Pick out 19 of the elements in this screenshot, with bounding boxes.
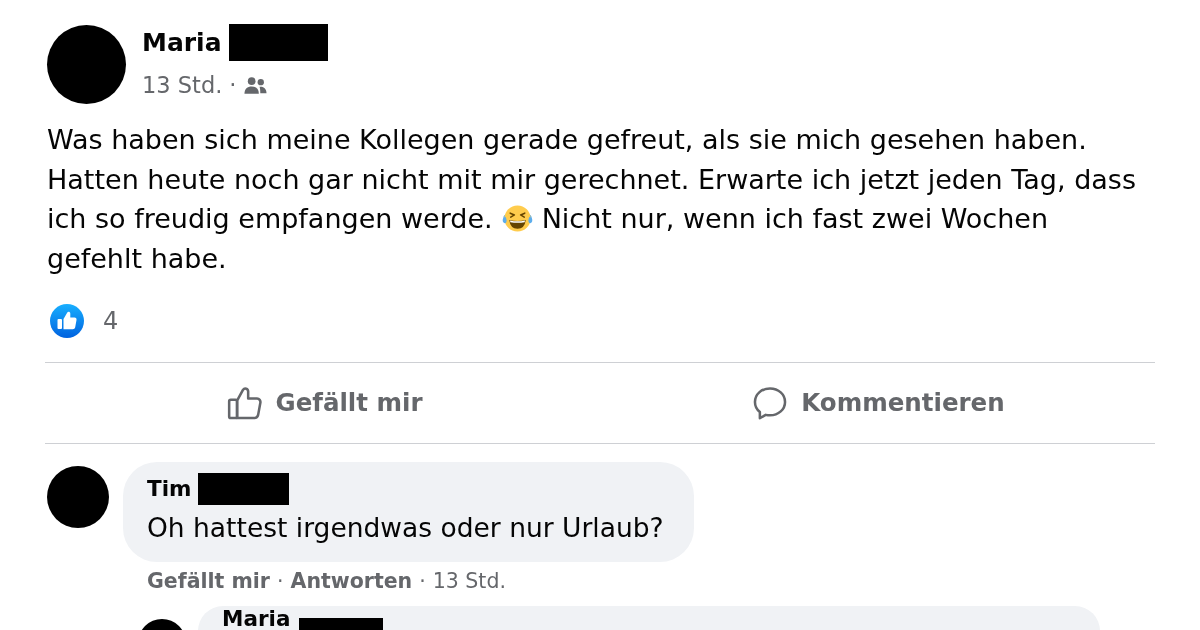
post-text: Was haben sich meine Kollegen gerade gefreut, als sie mich gesehen haben. Hatten heute noch gar nicht mit mir gerechnet. Erwarte ich jetzt jeden Tag, dass ich so freudig empfangen werde. Nicht nur, wenn ich fast zwei Wochen gefehlt habe. xyxy=(47,123,1137,276)
comment-author: Tim xyxy=(147,475,192,503)
comment-button[interactable]: Kommentieren xyxy=(601,363,1155,443)
friends-icon xyxy=(244,75,268,95)
like-reaction-icon xyxy=(50,304,84,338)
reaction-count: 4 xyxy=(103,306,119,337)
post-time: 13 Std. xyxy=(142,72,223,98)
separator-dot: · xyxy=(229,72,237,98)
reply-author: Maria xyxy=(222,607,291,630)
like-link[interactable]: Gefällt mir xyxy=(147,569,270,593)
laughing-emoji-icon xyxy=(501,203,533,234)
separator-dot: · xyxy=(419,569,426,593)
comment-text: Oh hattest irgendwas oder nur Urlaub? xyxy=(147,511,664,545)
comment-time: 13 Std. xyxy=(432,569,506,593)
like-button[interactable]: Gefällt mir xyxy=(47,363,601,443)
author-name: Maria xyxy=(142,27,222,59)
reply-link[interactable]: Antworten xyxy=(290,569,413,593)
thumbs-up-icon xyxy=(225,384,264,422)
separator-dot: · xyxy=(277,569,284,593)
